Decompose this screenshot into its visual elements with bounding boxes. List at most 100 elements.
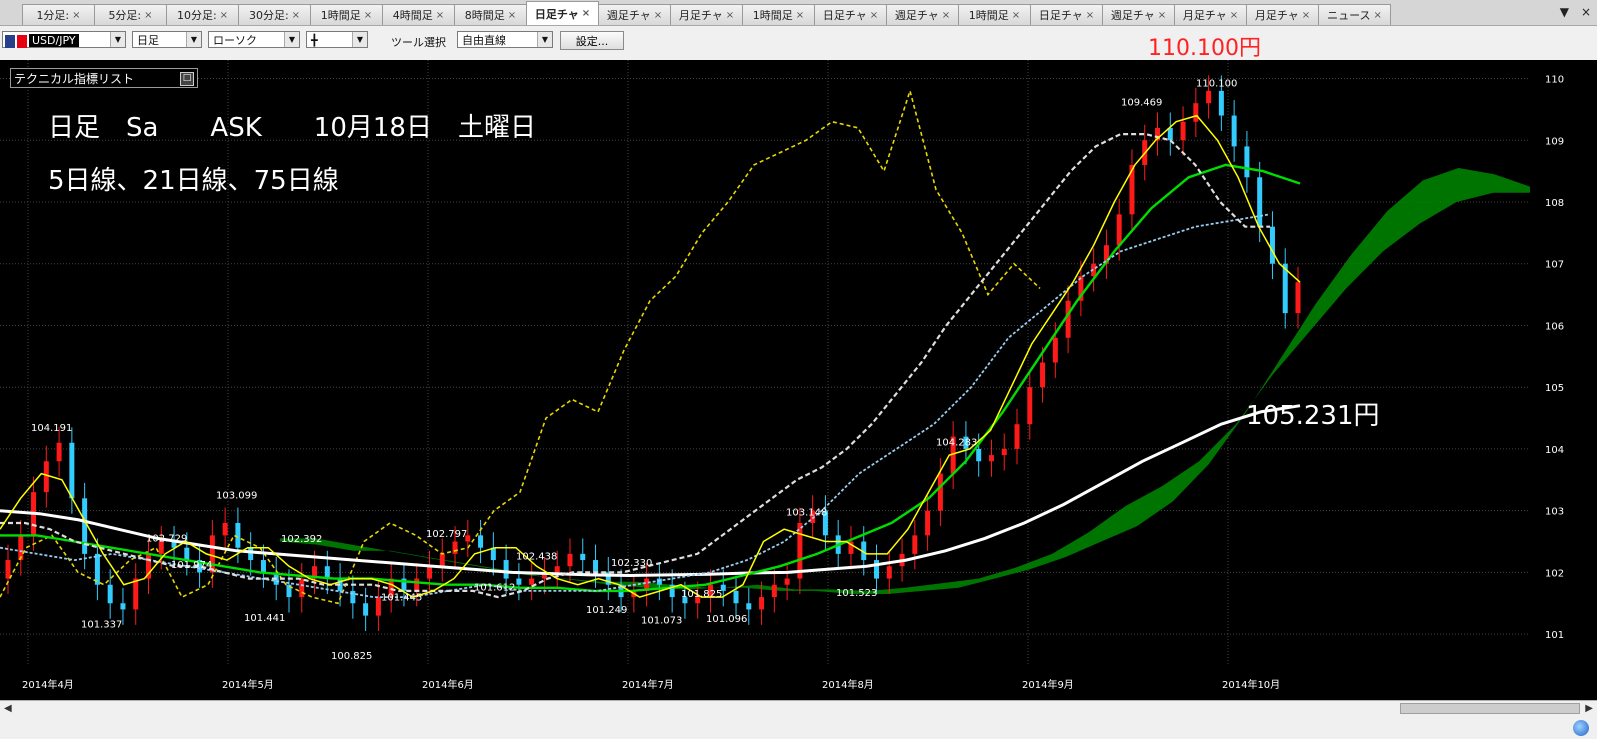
close-icon[interactable]: ×: [1302, 10, 1310, 21]
candle-body: [414, 578, 420, 591]
flag-icon: [5, 34, 27, 48]
tab-8[interactable]: 週足チャ ×: [598, 4, 671, 25]
close-icon[interactable]: ×: [144, 10, 152, 21]
price-annotation: 101.096: [706, 614, 747, 625]
tab-menu-icon[interactable]: ▼: [1560, 5, 1569, 19]
tab-6[interactable]: 8時間足 ×: [454, 4, 527, 25]
candle-body: [886, 566, 892, 579]
candle-style-select[interactable]: ╋ ▼: [306, 31, 368, 48]
tab-label: 月足チャ: [678, 9, 723, 22]
close-icon[interactable]: ×: [796, 10, 804, 21]
y-tick-label: 105: [1545, 383, 1564, 394]
candle-body: [426, 566, 432, 579]
tool-select[interactable]: 自由直線 ▼: [457, 31, 553, 48]
close-icon[interactable]: ×: [1230, 10, 1238, 21]
candle-body: [1231, 115, 1237, 147]
current-price-label: 105.231円: [1246, 401, 1380, 431]
tab-1[interactable]: 5分足: ×: [94, 4, 167, 25]
tab-13[interactable]: 1時間足 ×: [958, 4, 1031, 25]
candle-body: [771, 584, 777, 598]
close-icon[interactable]: ×: [1374, 10, 1382, 21]
x-tick-label: 2014年4月: [22, 678, 74, 691]
panel-restore-icon[interactable]: □: [180, 72, 194, 86]
tab-12[interactable]: 週足チャ ×: [886, 4, 959, 25]
close-icon[interactable]: ×: [1086, 10, 1094, 21]
settings-button[interactable]: 設定...: [560, 31, 624, 50]
tab-4[interactable]: 1時間足 ×: [310, 4, 383, 25]
y-tick-label: 106: [1545, 321, 1564, 332]
close-icon[interactable]: ×: [292, 10, 300, 21]
scroll-right-icon[interactable]: ▶: [1585, 703, 1593, 714]
tab-7[interactable]: 日足チャ ×: [526, 1, 599, 25]
close-icon[interactable]: ×: [870, 10, 878, 21]
y-tick-label: 103: [1545, 507, 1564, 518]
close-icon[interactable]: ×: [1012, 10, 1020, 21]
tab-label: 5分足:: [108, 9, 142, 22]
close-icon[interactable]: ×: [508, 10, 516, 21]
candle-body: [1040, 362, 1046, 388]
candle-body: [107, 584, 113, 604]
candle-body: [1001, 448, 1007, 456]
close-icon[interactable]: ×: [364, 10, 372, 21]
tab-label: 1時間足: [968, 9, 1009, 22]
x-tick-label: 2014年5月: [222, 678, 274, 691]
tab-0[interactable]: 1分足: ×: [22, 4, 95, 25]
tab-9[interactable]: 月足チャ ×: [670, 4, 743, 25]
candle-icon: ╋: [311, 34, 318, 47]
chevron-down-icon: ▼: [284, 32, 299, 47]
candle-body: [937, 473, 943, 511]
tab-2[interactable]: 10分足: ×: [166, 4, 239, 25]
candle-body: [363, 603, 369, 616]
scroll-left-icon[interactable]: ◀: [4, 703, 12, 714]
candle-body: [1193, 103, 1199, 122]
close-icon[interactable]: ×: [72, 10, 80, 21]
close-icon[interactable]: ×: [654, 10, 662, 21]
tab-14[interactable]: 日足チャ ×: [1030, 4, 1103, 25]
toolbar: USD/JPY ▼ 日足 ▼ ローソク ▼ ╋ ▼ ツール選択 自由直線 ▼ 設…: [0, 26, 1597, 61]
chevron-down-icon: ▼: [110, 32, 125, 47]
horizontal-scrollbar[interactable]: ◀ ▶: [0, 700, 1597, 717]
candle-body: [1244, 146, 1250, 178]
y-tick-label: 110: [1545, 75, 1564, 86]
candlestick-chart[interactable]: 101 102 103 104 105 106 107 108 109 110 2014年4月 201…: [0, 60, 1597, 700]
candle-body: [43, 461, 49, 493]
close-icon[interactable]: ×: [726, 10, 734, 21]
tab-3[interactable]: 30分足: ×: [238, 4, 311, 25]
tab-17[interactable]: 月足チャ ×: [1246, 4, 1319, 25]
price-annotation: 101.441: [244, 613, 285, 624]
price-annotation: 104.191: [31, 423, 72, 434]
candle-body: [1167, 127, 1173, 141]
close-icon[interactable]: ×: [220, 10, 228, 21]
price-annotation: 101.523: [836, 588, 877, 599]
tab-11[interactable]: 日足チャ ×: [814, 4, 887, 25]
tab-10[interactable]: 1時間足 ×: [742, 4, 815, 25]
indicator-list-panel[interactable]: テクニカル指標リスト □: [10, 68, 198, 88]
chart-type-select[interactable]: ローソク ▼: [208, 31, 300, 48]
price-annotation: 102.438: [516, 551, 557, 562]
close-icon[interactable]: ×: [582, 8, 590, 19]
close-icon[interactable]: ×: [1158, 10, 1166, 21]
price-annotation: 101.825: [681, 589, 722, 600]
candle-body: [439, 553, 445, 567]
tab-15[interactable]: 週足チャ ×: [1102, 4, 1175, 25]
candle-body: [222, 523, 228, 536]
price-annotation: 101.974: [171, 560, 212, 571]
price-annotation: 100.825: [331, 651, 372, 662]
candle-body: [554, 566, 560, 573]
close-icon[interactable]: ×: [942, 10, 950, 21]
y-tick-label: 101: [1545, 630, 1564, 641]
symbol-select[interactable]: USD/JPY ▼: [2, 31, 126, 48]
chart-title-line1: 日足 Sa ASK 10月18日 土曜日: [48, 113, 536, 143]
price-annotation: 104.283: [936, 437, 977, 448]
scrollbar-thumb[interactable]: [1400, 703, 1580, 714]
y-tick-label: 108: [1545, 198, 1564, 209]
tab-controls: ▼ ×: [1560, 5, 1591, 19]
candle-body: [235, 523, 241, 548]
period-select[interactable]: 日足 ▼: [132, 31, 202, 48]
close-icon[interactable]: ×: [436, 10, 444, 21]
window-close-icon[interactable]: ×: [1581, 5, 1591, 19]
tab-16[interactable]: 月足チャ ×: [1174, 4, 1247, 25]
tab-18[interactable]: ニュース ×: [1318, 4, 1391, 25]
tab-5[interactable]: 4時間足 ×: [382, 4, 455, 25]
candle-body: [56, 442, 62, 462]
